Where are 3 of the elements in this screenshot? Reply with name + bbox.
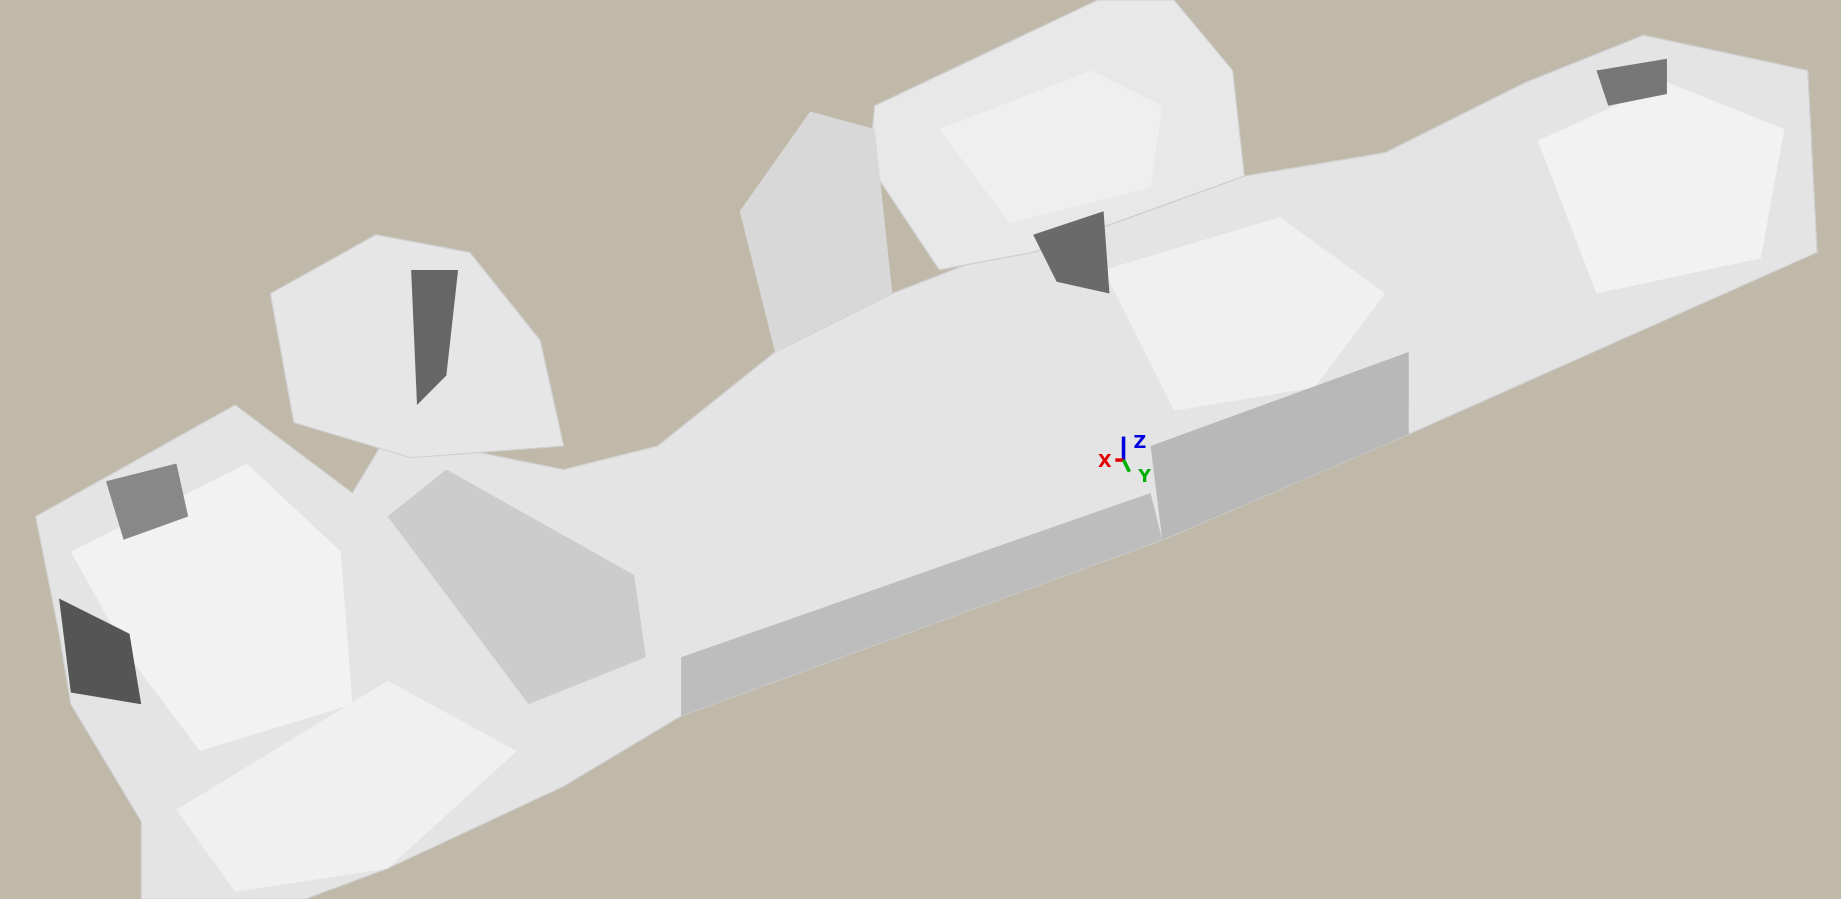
axis-label: Y: [1138, 466, 1152, 487]
axis-label: X: [1097, 451, 1112, 472]
axis-label: Z: [1133, 432, 1147, 453]
